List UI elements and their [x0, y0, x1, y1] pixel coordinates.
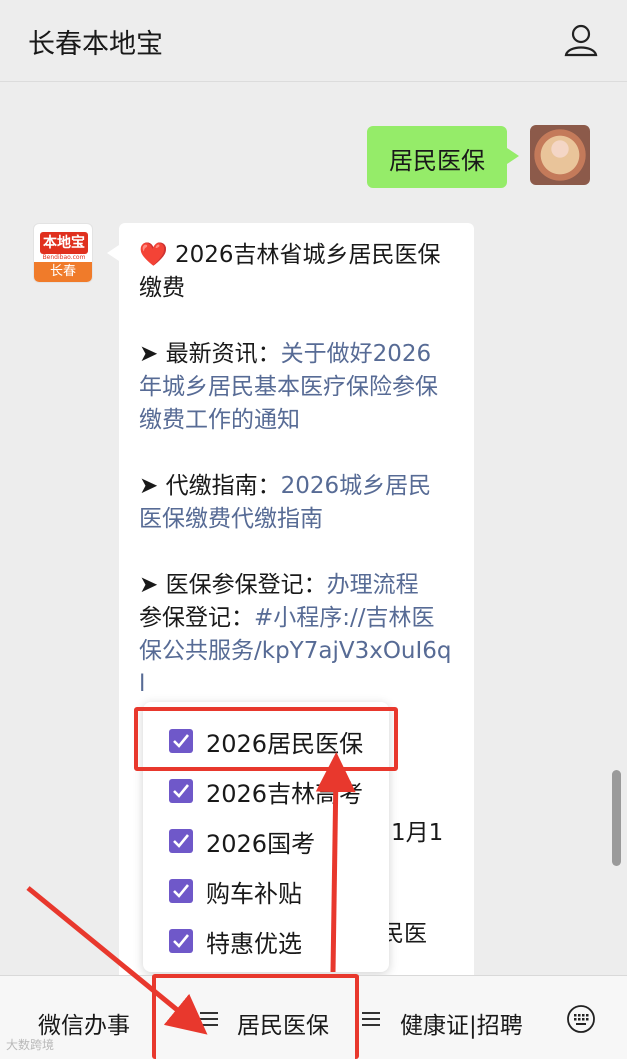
checkbox-icon	[169, 879, 193, 903]
menu-item-2026-jilin-gaokao[interactable]: 2026吉林高考	[143, 766, 389, 816]
menu-tab-wechat-services[interactable]: 微信办事	[38, 1006, 130, 1040]
watermark-text: 大数跨境	[6, 1038, 55, 1052]
chat-header: 长春本地宝	[0, 0, 627, 82]
keyboard-icon[interactable]	[566, 1004, 596, 1034]
bot-message-title: ❤️ 2026吉林省城乡居民医保缴费	[139, 239, 454, 305]
menu-item-label: 2026吉林高考	[206, 780, 364, 808]
registration2-label: 参保登记：	[139, 605, 254, 631]
guide-label: 代缴指南：	[165, 473, 281, 499]
bot-title-text: 2026吉林省城乡居民医保缴费	[139, 242, 441, 301]
menu-item-label: 购车补贴	[206, 880, 302, 908]
arrow-icon: ➤	[139, 341, 159, 367]
menu-item-2026-guokao[interactable]: 2026国考	[143, 816, 389, 866]
menu-tab-health-jobs[interactable]: 健康证|招聘	[400, 1006, 523, 1040]
checkbox-icon	[169, 929, 193, 953]
menu-item-car-subsidy[interactable]: 购车补贴	[143, 866, 389, 916]
news-label: 最新资讯：	[165, 341, 281, 367]
checkbox-icon	[169, 829, 193, 853]
highlight-box-bottom-tab	[152, 974, 359, 1059]
bot-avatar[interactable]: 本地宝 Bendibao.com 长春	[33, 223, 93, 283]
checkbox-icon	[169, 779, 193, 803]
heart-icon: ❤️	[139, 242, 168, 268]
user-message-text: 居民医保	[389, 147, 485, 175]
bot-logo-city: 长春	[34, 262, 92, 282]
arrow-icon: ➤	[139, 473, 159, 499]
registration-link[interactable]: 办理流程	[327, 572, 419, 598]
submenu-icon	[362, 1012, 380, 1026]
arrow-icon: ➤	[139, 572, 159, 598]
highlight-box-menu-item	[134, 707, 398, 771]
menu-item-label: 特惠优选	[206, 930, 302, 958]
user-profile-icon[interactable]	[563, 22, 599, 58]
menu-item-label: 2026国考	[206, 830, 316, 858]
chat-title: 长春本地宝	[28, 29, 163, 60]
menu-item-special-offers[interactable]: 特惠优选	[143, 916, 389, 966]
bot-logo-subtext: Bendibao.com	[42, 254, 86, 261]
guide-line: ➤ 代缴指南：2026城乡居民医保缴费代缴指南	[139, 470, 454, 536]
user-avatar[interactable]	[530, 125, 590, 185]
scrollbar[interactable]	[612, 770, 621, 866]
registration-label: 医保参保登记：	[165, 572, 327, 598]
bot-logo-text: 本地宝	[40, 232, 88, 254]
user-message-bubble: 居民医保	[367, 126, 519, 188]
registration-line: ➤ 医保参保登记：办理流程 参保登记：#小程序://吉林医保公共服务/kpY7aj…	[139, 569, 454, 701]
news-line: ➤ 最新资讯：关于做好2026年城乡居民基本医疗保险参保缴费工作的通知	[139, 338, 454, 437]
partial-text-1: 1月1	[391, 820, 444, 846]
